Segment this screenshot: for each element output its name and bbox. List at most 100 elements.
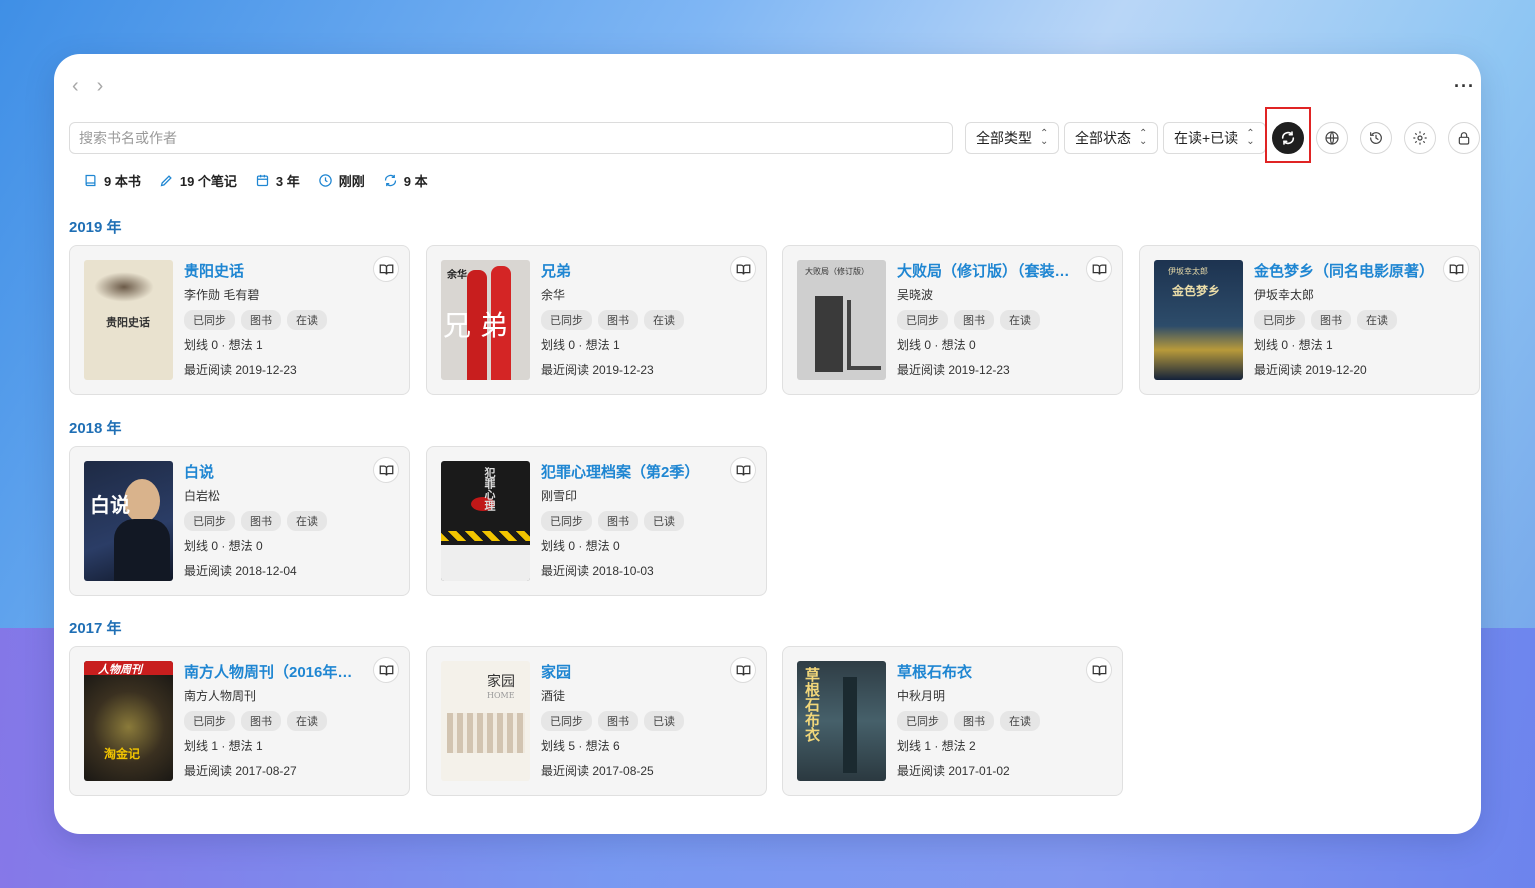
open-book-button[interactable] xyxy=(1443,256,1469,282)
tag: 已同步 xyxy=(184,310,235,330)
book-cover: 家园 HOME xyxy=(441,661,530,781)
book-author: 吴晓波 xyxy=(897,288,934,302)
year-heading: 2018 年 xyxy=(69,420,122,437)
book-cover: 大败局（修订版） xyxy=(797,260,886,380)
open-book-icon xyxy=(736,665,750,676)
lock-button[interactable] xyxy=(1448,122,1480,154)
search-input[interactable] xyxy=(69,122,953,154)
book-info: 贵阳史话 李作勋 毛有碧 已同步 图书 在读 划线 0 · 想法 1 最近阅读 … xyxy=(184,260,365,378)
book-info: 草根石布衣 中秋月明 已同步 图书 在读 划线 1 · 想法 2 最近阅读 20… xyxy=(897,661,1078,779)
app-window: ‹ › ··· 全部类型 ⌃⌄ 全部状态 ⌃⌄ 在读+已读 ⌃⌄ xyxy=(54,54,1481,834)
book-tags: 已同步 图书 在读 xyxy=(1254,310,1435,330)
tag: 在读 xyxy=(644,310,684,330)
book-info: 家园 酒徒 已同步 图书 已读 划线 5 · 想法 6 最近阅读 2017-08… xyxy=(541,661,722,779)
book-tags: 已同步 图书 在读 xyxy=(184,511,365,531)
history-button[interactable] xyxy=(1360,122,1392,154)
book-info: 南方人物周刊（2016年第24期） 南方人物周刊 已同步 图书 在读 划线 1 … xyxy=(184,661,365,779)
book-card[interactable]: 余华 兄 弟 兄弟 余华 已同步 图书 在读 划线 0 · 想法 1 最近阅读 … xyxy=(426,245,767,395)
book-tags: 已同步 图书 在读 xyxy=(184,310,365,330)
open-book-icon xyxy=(379,264,393,275)
settings-button[interactable] xyxy=(1404,122,1436,154)
tag: 图书 xyxy=(954,711,994,731)
book-author: 伊坂幸太郎 xyxy=(1254,288,1315,302)
book-card[interactable]: 草根石布衣 草根石布衣 中秋月明 已同步 图书 在读 划线 1 · 想法 2 最… xyxy=(782,646,1123,796)
status-filter-select[interactable]: 全部状态 ⌃ ⌄ xyxy=(1064,122,1159,154)
open-book-button[interactable] xyxy=(1086,256,1112,282)
open-book-button[interactable] xyxy=(1086,657,1112,683)
book-title[interactable]: 草根石布衣 xyxy=(897,661,1078,681)
book-tags: 已同步 图书 在读 xyxy=(897,310,1078,330)
tag: 已同步 xyxy=(541,511,592,531)
stat-notes-label: 19 个笔记 xyxy=(179,174,237,189)
sync-icon xyxy=(384,174,396,187)
cover-title: 贵阳史话 xyxy=(106,316,150,329)
tag: 在读 xyxy=(287,310,327,330)
book-title[interactable]: 大败局（修订版）（套装共2册） xyxy=(897,260,1078,280)
book-title[interactable]: 兄弟 xyxy=(541,260,722,280)
web-button[interactable] xyxy=(1316,122,1348,154)
more-menu-icon[interactable]: ··· xyxy=(1454,76,1475,97)
book-card[interactable]: 贵阳史话 贵阳史话 李作勋 毛有碧 已同步 图书 在读 划线 0 · 想法 1 … xyxy=(69,245,410,395)
forward-arrow-icon[interactable]: › xyxy=(97,76,104,96)
book-tags: 已同步 图书 在读 xyxy=(897,711,1078,731)
book-recent-read: 最近阅读 2017-08-27 xyxy=(184,764,297,778)
book-recent-read: 最近阅读 2019-12-23 xyxy=(184,363,297,377)
history-icon xyxy=(1370,132,1382,144)
cover-title: 人物周刊 xyxy=(98,663,142,676)
book-author: 酒徒 xyxy=(541,689,566,703)
tag: 已同步 xyxy=(897,711,948,731)
book-info: 白说 白岩松 已同步 图书 在读 划线 0 · 想法 0 最近阅读 2018-1… xyxy=(184,461,365,579)
book-title[interactable]: 金色梦乡（同名电影原著） xyxy=(1254,260,1435,280)
updown-chevron-icon: ⌃ ⌄ xyxy=(1139,128,1148,147)
reading-filter-select[interactable]: 在读+已读 ⌃ ⌄ xyxy=(1163,122,1266,154)
book-title[interactable]: 白说 xyxy=(184,461,365,481)
book-cover: 犯罪心理 xyxy=(441,461,530,581)
open-book-button[interactable] xyxy=(730,457,756,483)
book-tags: 已同步 图书 已读 xyxy=(541,711,722,731)
pencil-icon xyxy=(160,175,172,187)
book-author: 南方人物周刊 xyxy=(184,689,257,703)
book-card[interactable]: 白说 白说 白岩松 已同步 图书 在读 划线 0 · 想法 0 最近阅读 201… xyxy=(69,446,410,596)
tag: 已同步 xyxy=(541,310,592,330)
open-book-button[interactable] xyxy=(730,657,756,683)
book-title[interactable]: 南方人物周刊（2016年第24期） xyxy=(184,661,365,681)
book-title[interactable]: 犯罪心理档案（第2季） xyxy=(541,461,722,481)
book-recent-read: 最近阅读 2017-01-02 xyxy=(897,764,1010,778)
book-tags: 已同步 图书 已读 xyxy=(541,511,722,531)
stat-books: 9 本书 xyxy=(83,171,141,190)
open-book-icon xyxy=(379,465,393,476)
book-info: 犯罪心理档案（第2季） 刚雪印 已同步 图书 已读 划线 0 · 想法 0 最近… xyxy=(541,461,722,579)
reading-filter-label: 在读+已读 xyxy=(1174,130,1239,146)
tag: 图书 xyxy=(598,310,638,330)
book-author: 刚雪印 xyxy=(541,489,578,503)
tag: 已同步 xyxy=(184,511,235,531)
tag: 图书 xyxy=(954,310,994,330)
book-card[interactable]: 犯罪心理 犯罪心理档案（第2季） 刚雪印 已同步 图书 已读 划线 0 · 想法… xyxy=(426,446,767,596)
book-cover: 草根石布衣 xyxy=(797,661,886,781)
tag: 在读 xyxy=(1000,310,1040,330)
book-title[interactable]: 贵阳史话 xyxy=(184,260,365,280)
book-counts: 划线 0 · 想法 1 xyxy=(1254,338,1333,352)
lock-icon xyxy=(1458,132,1470,145)
open-book-button[interactable] xyxy=(373,457,399,483)
book-card[interactable]: 家园 HOME 家园 酒徒 已同步 图书 已读 划线 5 · 想法 6 最近阅读… xyxy=(426,646,767,796)
book-card[interactable]: 伊坂幸太郎 金色梦乡 金色梦乡（同名电影原著） 伊坂幸太郎 已同步 图书 在读 … xyxy=(1139,245,1480,395)
book-card[interactable]: 人物周刊 淘金记 南方人物周刊（2016年第24期） 南方人物周刊 已同步 图书… xyxy=(69,646,410,796)
year-heading: 2017 年 xyxy=(69,620,122,637)
book-card[interactable]: 大败局（修订版） 大败局（修订版）（套装共2册） 吴晓波 已同步 图书 在读 划… xyxy=(782,245,1123,395)
open-book-button[interactable] xyxy=(373,657,399,683)
tag: 图书 xyxy=(241,511,281,531)
back-arrow-icon[interactable]: ‹ xyxy=(72,76,79,96)
type-filter-select[interactable]: 全部类型 ⌃ ⌄ xyxy=(965,122,1060,154)
book-icon xyxy=(85,174,96,187)
cover-title: 大败局（修订版） xyxy=(805,267,869,276)
stats-bar: 9 本书 19 个笔记 3 年 刚刚 9 本 xyxy=(83,171,428,190)
open-book-button[interactable] xyxy=(730,256,756,282)
open-book-button[interactable] xyxy=(373,256,399,282)
book-title[interactable]: 家园 xyxy=(541,661,722,681)
book-counts: 划线 1 · 想法 1 xyxy=(184,739,263,753)
tag: 已同步 xyxy=(1254,310,1305,330)
cover-author: 伊坂幸太郎 xyxy=(1168,267,1208,276)
open-book-icon xyxy=(736,465,750,476)
cover-title: 草根石布衣 xyxy=(803,667,821,742)
